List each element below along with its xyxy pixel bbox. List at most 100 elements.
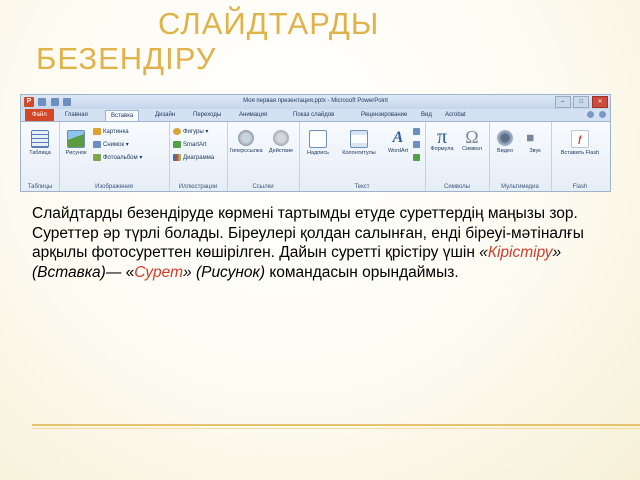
picture-term-russian: (Рисунок) — [195, 263, 266, 281]
quote-close-1: » — [552, 244, 562, 261]
shapes-label: Фигуры — [183, 129, 204, 136]
insert-term: Кірістіру — [487, 244, 553, 261]
maximize-button[interactable]: □ — [573, 96, 590, 108]
tab-slideshow[interactable]: Показ слайдов — [293, 110, 334, 121]
dash-separator: — « — [105, 263, 135, 281]
chart-label: Диаграмма — [183, 155, 215, 162]
hyperlink-label: Гиперссылка — [229, 148, 263, 154]
group-illustrations: Фигуры ▾ SmartArt Диаграмма Иллюстрации — [169, 122, 228, 191]
group-symbols-label: Символы — [444, 184, 470, 190]
tab-acrobat[interactable]: Acrobat — [445, 110, 466, 121]
ribbon-tabs: Файл Главная Вставка Дизайн Переходы Ани… — [21, 109, 610, 122]
slide-title-line1: Слайдтарды — [158, 6, 380, 41]
minimize-button[interactable]: – — [554, 96, 571, 108]
screenshot-button[interactable]: Снимок ▾ — [93, 141, 129, 148]
tab-design[interactable]: Дизайн — [155, 110, 175, 121]
footer-rule — [32, 424, 640, 426]
hyperlink-button[interactable]: Гиперссылка — [229, 130, 263, 154]
tab-review[interactable]: Рецензирование — [361, 110, 407, 121]
speaker-icon — [527, 130, 543, 146]
picture-term: Сурет — [134, 263, 183, 281]
close-button[interactable]: ✕ — [592, 96, 608, 108]
slide-body-text: Слайдтарды безендіруде көрмені тартымды … — [32, 204, 602, 282]
equation-label: Формула — [430, 146, 454, 152]
tab-view[interactable]: Вид — [421, 110, 432, 121]
picture-button[interactable]: Рисунок — [61, 130, 91, 156]
header-footer-button[interactable]: Колонтитулы — [337, 130, 381, 156]
footer-rule-thin — [32, 428, 640, 429]
tab-file[interactable]: Файл — [25, 109, 54, 121]
photoalbum-label: Фотоальбом — [103, 155, 138, 162]
photoalbum-button[interactable]: Фотоальбом ▾ — [93, 154, 142, 161]
group-text-label: Текст — [354, 184, 370, 190]
tab-animation[interactable]: Анимация — [239, 110, 267, 121]
group-links-label: Ссылки — [252, 184, 274, 190]
slide-title-line2: безендіру — [36, 41, 217, 76]
chart-icon — [173, 154, 181, 161]
film-reel-icon — [497, 130, 513, 146]
tab-home[interactable]: Главная — [65, 110, 88, 121]
group-multimedia-label: Мультимедиа — [501, 184, 539, 190]
table-button[interactable]: Таблица — [24, 130, 56, 156]
group-multimedia: Видео Звук Мультимедиа — [489, 122, 552, 191]
group-links: Гиперссылка Действие Ссылки — [227, 122, 300, 191]
collapse-ribbon-icon[interactable] — [587, 111, 595, 118]
group-images: Рисунок Картинка Снимок ▾ Фотоальбом ▾ И… — [59, 122, 170, 191]
insert-flash-button[interactable]: ƒ Вставить Flash — [557, 130, 603, 156]
group-images-label: Изображения — [95, 184, 133, 190]
quote-open-1: « — [479, 244, 488, 261]
photoalbum-icon — [93, 154, 101, 161]
window-title: Моя первая презентация.pptx - Microsoft … — [243, 98, 388, 104]
shapes-icon — [173, 128, 181, 135]
action-button[interactable]: Действие — [265, 130, 297, 154]
textbox-button[interactable]: Надпись — [301, 130, 335, 156]
audio-button[interactable]: Звук — [521, 130, 549, 154]
symbol-button[interactable]: Ω Символ — [457, 128, 487, 152]
window-titlebar: P Моя первая презентация.pptx - Microsof… — [21, 95, 610, 109]
clipart-button[interactable]: Картинка — [93, 128, 129, 135]
group-tables-label: Таблицы — [27, 184, 53, 190]
help-icon[interactable] — [599, 111, 606, 118]
insert-term-russian: (Вставка) — [32, 263, 106, 281]
wordart-button[interactable]: A WordArt — [383, 129, 413, 155]
symbol-label: Символ — [462, 146, 482, 152]
group-flash: ƒ Вставить Flash Flash — [551, 122, 609, 191]
help-controls — [584, 111, 606, 120]
flash-file-icon: ƒ — [571, 130, 589, 148]
textbox-label: Надпись — [307, 150, 329, 156]
group-symbols: π Формула Ω Символ Символы — [425, 122, 490, 191]
window-controls: – □ ✕ — [554, 96, 608, 108]
globe-icon — [238, 130, 254, 146]
shapes-button[interactable]: Фигуры ▾ — [173, 128, 208, 135]
object-button[interactable] — [413, 154, 422, 161]
equation-button[interactable]: π Формула — [427, 126, 457, 152]
video-button[interactable]: Видео — [491, 130, 519, 154]
date-time-button[interactable] — [413, 128, 422, 135]
slide-number-button[interactable] — [413, 141, 422, 148]
table-icon — [31, 130, 49, 148]
clipart-label: Картинка — [103, 129, 129, 136]
smartart-button[interactable]: SmartArt — [173, 141, 207, 148]
header-footer-label: Колонтитулы — [342, 150, 376, 156]
powerpoint-screenshot: P Моя первая презентация.pptx - Microsof… — [20, 94, 611, 192]
picture-icon — [67, 130, 85, 148]
group-text: Надпись Колонтитулы A WordArt Текст — [299, 122, 426, 191]
wordart-label: WordArt — [387, 148, 409, 154]
chart-button[interactable]: Диаграмма — [173, 154, 214, 161]
group-illustrations-label: Иллюстрации — [178, 184, 218, 190]
action-label: Действие — [268, 148, 294, 154]
screenshot-label: Снимок — [103, 142, 125, 149]
tab-transitions[interactable]: Переходы — [193, 110, 221, 121]
picture-button-label: Рисунок — [65, 150, 87, 156]
clipart-icon — [93, 128, 101, 135]
smartart-label: SmartArt — [183, 142, 207, 149]
quote-close-2: » — [183, 263, 196, 281]
body-outro: командасын орындаймыз. — [265, 263, 459, 281]
group-tables: Таблица Таблицы — [21, 122, 60, 191]
pi-icon: π — [436, 126, 448, 148]
slide-number-icon — [413, 141, 420, 148]
screenshot-icon — [93, 141, 101, 148]
date-icon — [413, 128, 420, 135]
wordart-icon: A — [392, 129, 404, 146]
omega-icon: Ω — [465, 127, 479, 147]
